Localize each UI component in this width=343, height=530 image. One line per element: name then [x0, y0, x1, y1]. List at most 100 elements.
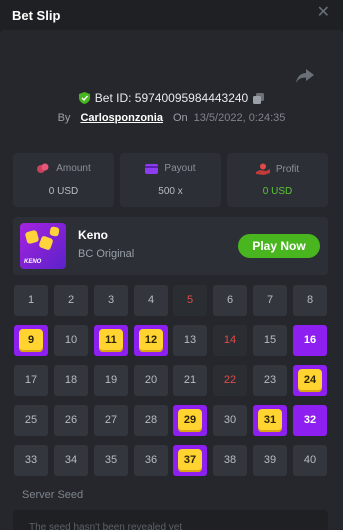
- keno-cell-13: 13: [173, 325, 207, 356]
- play-now-button[interactable]: Play Now: [238, 234, 320, 258]
- keno-cell-number: 38: [223, 454, 237, 466]
- keno-cell-24: 24: [293, 365, 327, 396]
- keno-cell-18: 18: [54, 365, 88, 396]
- keno-cell-30: 30: [213, 405, 247, 436]
- keno-cell-23: 23: [253, 365, 287, 396]
- keno-cell-number: 2: [67, 294, 75, 306]
- payout-stat: Payout 500 x: [120, 153, 221, 207]
- keno-game-thumbnail[interactable]: KENO: [20, 223, 66, 269]
- keno-cell-3: 3: [94, 285, 128, 316]
- keno-cell-11: 11: [94, 325, 128, 356]
- bet-slip-title: Bet Slip: [12, 8, 61, 23]
- keno-cell-number: 7: [266, 294, 274, 306]
- keno-cell-number: 29: [178, 409, 202, 432]
- keno-cell-number: 26: [64, 414, 78, 426]
- keno-cell-number: 36: [144, 454, 158, 466]
- amount-stat: Amount 0 USD: [13, 153, 114, 207]
- server-seed-field: The seed hasn't been revealed yet: [13, 510, 328, 530]
- coins-icon: [37, 163, 49, 173]
- keno-cell-15: 15: [253, 325, 287, 356]
- keno-cell-number: 6: [226, 294, 234, 306]
- server-seed-label: Server Seed: [22, 489, 84, 501]
- keno-cell-number: 14: [223, 334, 237, 346]
- close-icon[interactable]: ✕: [317, 5, 330, 21]
- keno-cell-number: 37: [178, 449, 202, 472]
- share-icon[interactable]: [296, 69, 314, 83]
- hand-coin-icon: [255, 163, 270, 175]
- keno-cell-number: 34: [64, 454, 78, 466]
- keno-cell-number: 9: [19, 329, 43, 352]
- by-label: By: [57, 112, 71, 124]
- game-provider: BC Original: [78, 248, 135, 260]
- keno-cell-number: 19: [104, 374, 118, 386]
- keno-cell-29: 29: [173, 405, 207, 436]
- keno-cell-8: 8: [293, 285, 327, 316]
- bet-slip-header: Bet Slip ✕: [0, 0, 343, 30]
- keno-cell-31: 31: [253, 405, 287, 436]
- keno-cell-40: 40: [293, 445, 327, 476]
- copy-icon[interactable]: [253, 92, 265, 104]
- keno-cell-21: 21: [173, 365, 207, 396]
- keno-cell-17: 17: [14, 365, 48, 396]
- server-seed-placeholder: The seed hasn't been revealed yet: [29, 522, 183, 530]
- keno-number-grid: 1 2 3 4 5 6 7 8 9 10 11 12 13 14 15 16 17 18 19 20 21 22 23 24 2…: [14, 285, 329, 476]
- bet-id-row: Bet ID: 59740095984443240: [0, 90, 343, 106]
- keno-cell-2: 2: [54, 285, 88, 316]
- keno-cell-number: 35: [104, 454, 118, 466]
- game-name: Keno: [78, 228, 108, 242]
- keno-cell-39: 39: [253, 445, 287, 476]
- shield-check-icon: [78, 92, 90, 104]
- amount-value: 0 USD: [48, 186, 79, 197]
- keno-cell-37: 37: [173, 445, 207, 476]
- keno-cell-number: 24: [298, 369, 322, 392]
- payout-value: 500 x: [158, 186, 183, 197]
- keno-cell-number: 13: [183, 334, 197, 346]
- keno-cell-19: 19: [94, 365, 128, 396]
- bettor-username-link[interactable]: Carlosponzonia: [80, 112, 163, 124]
- keno-cell-number: 1: [27, 294, 35, 306]
- game-card: KENO Keno BC Original Play Now: [13, 217, 328, 275]
- amount-label: Amount: [56, 163, 91, 174]
- keno-cell-35: 35: [94, 445, 128, 476]
- keno-cell-12: 12: [134, 325, 168, 356]
- keno-cell-25: 25: [14, 405, 48, 436]
- keno-cell-36: 36: [134, 445, 168, 476]
- keno-cell-27: 27: [94, 405, 128, 436]
- keno-cell-number: 15: [263, 334, 277, 346]
- keno-thumbnail-text: KENO: [24, 259, 42, 265]
- keno-cell-9: 9: [14, 325, 48, 356]
- keno-cell-number: 23: [263, 374, 277, 386]
- keno-cell-number: 25: [24, 414, 38, 426]
- keno-cell-number: 4: [147, 294, 155, 306]
- keno-cell-14: 14: [213, 325, 247, 356]
- keno-cell-number: 3: [107, 294, 115, 306]
- keno-cell-number: 28: [144, 414, 158, 426]
- keno-cell-number: 20: [144, 374, 158, 386]
- bet-timestamp: 13/5/2022, 0:24:35: [193, 112, 286, 124]
- keno-cell-number: 39: [263, 454, 277, 466]
- wallet-icon: [145, 164, 159, 174]
- keno-cell-number: 8: [306, 294, 314, 306]
- keno-cell-number: 21: [183, 374, 197, 386]
- keno-cell-number: 12: [139, 329, 163, 352]
- profit-stat: Profit 0 USD: [227, 153, 328, 207]
- payout-label: Payout: [164, 163, 196, 174]
- keno-cell-22: 22: [213, 365, 247, 396]
- keno-cell-number: 5: [186, 294, 194, 306]
- keno-cell-number: 31: [258, 409, 282, 432]
- bet-id: Bet ID: 59740095984443240: [94, 91, 249, 105]
- keno-cell-20: 20: [134, 365, 168, 396]
- keno-cell-number: 27: [104, 414, 118, 426]
- keno-cell-7: 7: [253, 285, 287, 316]
- keno-cell-number: 33: [24, 454, 38, 466]
- keno-cell-10: 10: [54, 325, 88, 356]
- keno-cell-number: 40: [303, 454, 317, 466]
- profit-label: Profit: [275, 163, 300, 175]
- keno-cell-number: 30: [223, 414, 237, 426]
- keno-cell-number: 11: [99, 329, 123, 352]
- keno-cell-33: 33: [14, 445, 48, 476]
- keno-cell-number: 16: [303, 334, 317, 346]
- keno-cell-number: 17: [24, 374, 38, 386]
- keno-cell-32: 32: [293, 405, 327, 436]
- profit-value: 0 USD: [262, 186, 293, 197]
